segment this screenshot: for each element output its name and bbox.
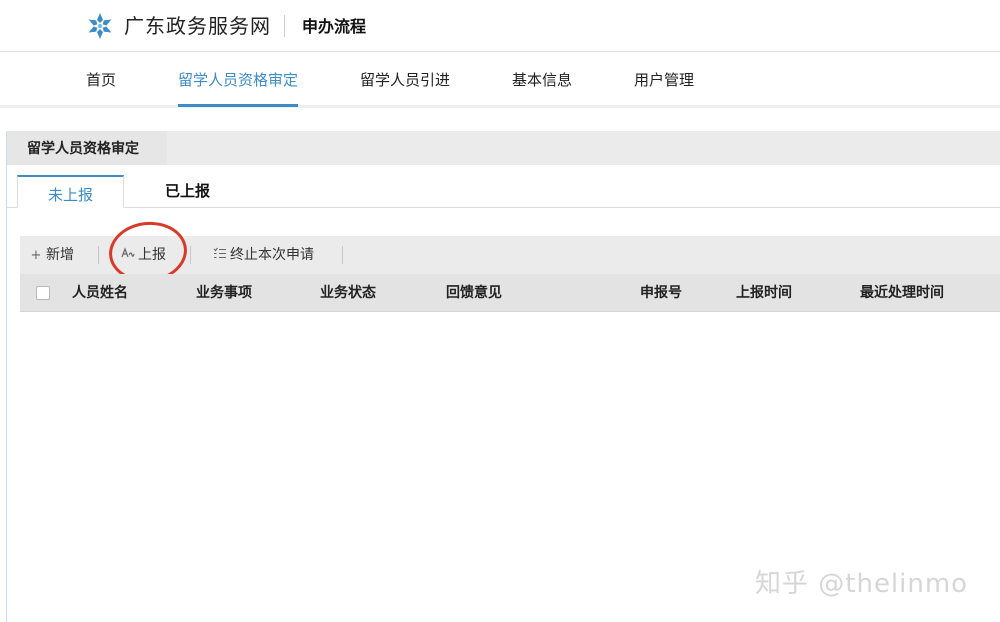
add-button[interactable]: + 新增 <box>28 245 74 266</box>
tab-unreported[interactable]: 未上报 <box>17 175 124 208</box>
plus-icon: + <box>30 248 42 263</box>
panel-header: 留学人员资格审定 <box>7 131 1000 165</box>
panel-header-fill <box>167 131 1000 165</box>
table-header-row: 人员姓名 业务事项 业务状态 回馈意见 申报号 上报时间 最近处理时间 <box>20 274 1000 312</box>
column-header-business-item[interactable]: 业务事项 <box>196 284 252 302</box>
column-header-last-processed-time[interactable]: 最近处理时间 <box>860 284 944 302</box>
terminate-application-button[interactable]: 终止本次申请 <box>212 245 314 266</box>
toolbar-divider <box>98 246 99 264</box>
toolbar-divider <box>342 246 343 264</box>
main-nav: 首页 留学人员资格审定 留学人员引进 基本信息 用户管理 <box>0 52 1000 108</box>
watermark: 知乎 @thelinmo <box>755 569 969 599</box>
nav-active-indicator <box>178 104 298 107</box>
column-header-feedback[interactable]: 回馈意见 <box>446 284 502 302</box>
nav-item-home[interactable]: 首页 <box>86 70 116 90</box>
report-status-tabs: 未上报 已上报 <box>7 165 1000 208</box>
column-header-application-number[interactable]: 申报号 <box>640 284 682 302</box>
snowflake-logo-icon[interactable] <box>86 12 114 40</box>
header-divider <box>284 15 285 37</box>
column-header-report-time[interactable]: 上报时间 <box>736 284 792 302</box>
select-all-checkbox[interactable] <box>36 286 50 300</box>
nav-item-talent-introduction[interactable]: 留学人员引进 <box>360 70 450 90</box>
list-check-icon <box>212 246 228 266</box>
top-header: 广东政务服务网 申办流程 <box>0 0 1000 52</box>
panel-title: 留学人员资格审定 <box>27 141 139 157</box>
terminate-application-label: 终止本次申请 <box>230 247 314 263</box>
site-title[interactable]: 广东政务服务网 <box>124 13 271 39</box>
toolbar-divider <box>190 246 191 264</box>
column-header-business-status[interactable]: 业务状态 <box>320 284 376 302</box>
nav-item-user-management[interactable]: 用户管理 <box>634 70 694 90</box>
column-header-name[interactable]: 人员姓名 <box>72 284 128 302</box>
nav-item-basic-info[interactable]: 基本信息 <box>512 70 572 90</box>
tab-reported[interactable]: 已上报 <box>165 175 210 208</box>
nav-item-qualification-review[interactable]: 留学人员资格审定 <box>178 70 298 90</box>
page-subtitle: 申办流程 <box>302 17 367 36</box>
add-button-label: 新增 <box>46 247 74 263</box>
